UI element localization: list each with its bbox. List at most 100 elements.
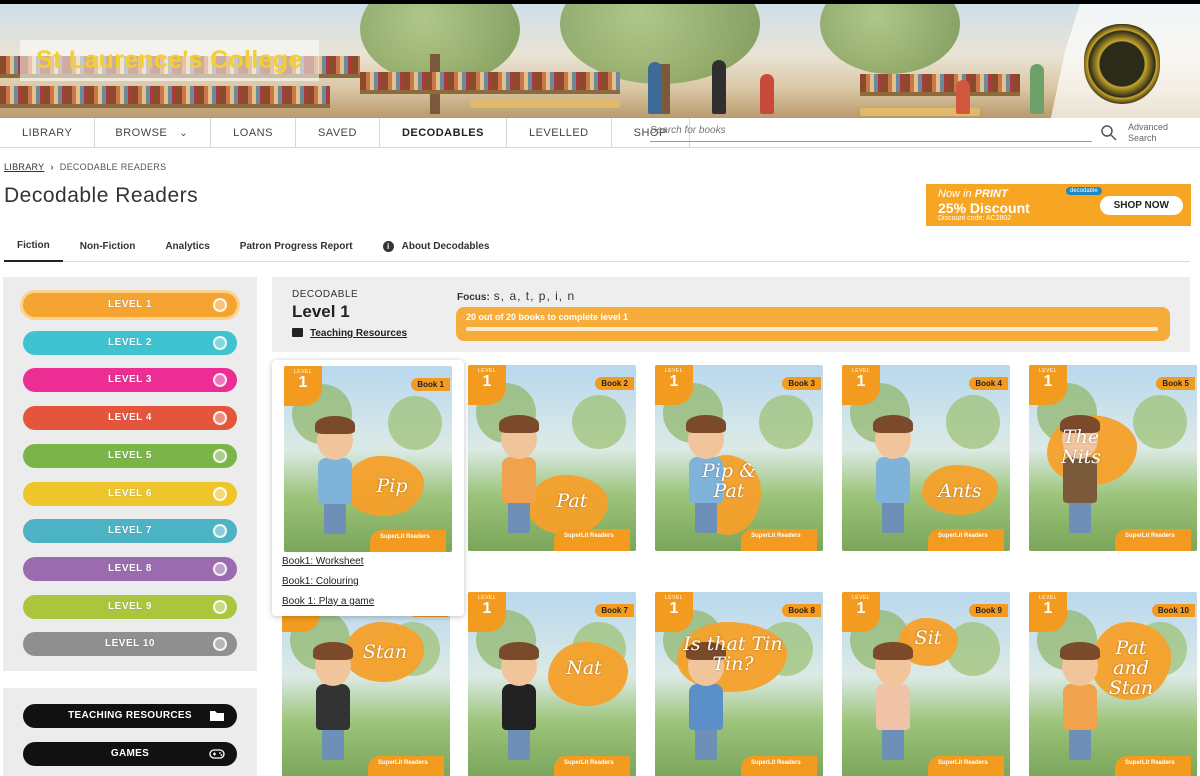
banner-person xyxy=(956,80,970,114)
book-resources-popup: Book1: Worksheet Book1: Colouring Book 1… xyxy=(272,360,464,616)
book-card[interactable]: StanLEVEL1Book 6SuperLit Readers xyxy=(282,592,450,776)
games-button[interactable]: GAMES xyxy=(23,742,237,766)
breadcrumb-separator-icon: › xyxy=(50,162,54,172)
character-legs xyxy=(1069,501,1091,533)
character-hair xyxy=(313,642,353,660)
book-number-badge: Book 8 xyxy=(782,604,821,617)
book-number-badge: Book 9 xyxy=(969,604,1008,617)
search-input[interactable] xyxy=(650,120,1092,141)
search-field xyxy=(650,120,1092,142)
publisher-logo: SuperLit Readers xyxy=(1115,529,1191,551)
nav-label: LEVELLED xyxy=(528,127,589,139)
teaching-resources-button[interactable]: TEACHING RESOURCES xyxy=(23,704,237,728)
worksheet-link[interactable]: Book1: Worksheet xyxy=(282,556,364,567)
cover-tree xyxy=(388,396,442,450)
promo-highlight: PRINT xyxy=(974,188,1008,200)
level-badge: LEVEL1 xyxy=(284,366,322,406)
teaching-resources-link[interactable]: Teaching Resources xyxy=(292,328,407,339)
nav-label: LIBRARY xyxy=(22,127,73,139)
level-button-5[interactable]: LEVEL 5 xyxy=(23,443,237,468)
book-card[interactable]: Pat LEVEL 1 Book 2 SuperLit Readers xyxy=(468,365,636,551)
button-label: GAMES xyxy=(110,748,150,759)
character-body xyxy=(876,457,910,503)
nav-library[interactable]: LIBRARY xyxy=(0,118,96,148)
page-title: Decodable Readers xyxy=(4,184,199,207)
character-legs xyxy=(695,728,717,760)
promo-prefix: Now in xyxy=(938,188,972,200)
tab-analytics[interactable]: Analytics xyxy=(152,230,222,262)
character-hair xyxy=(315,416,355,434)
book-number-badge: Book 5 xyxy=(1156,377,1195,390)
publisher-logo: SuperLit Readers xyxy=(1115,756,1191,776)
promo-banner[interactable]: Now in PRINT 25% Discount Discount code:… xyxy=(926,184,1191,226)
main-nav: LIBRARY BROWSE ⌄ LOANS SAVED DECODABLES L… xyxy=(0,118,1200,148)
level-badge: LEVEL1 xyxy=(1029,365,1067,405)
character-legs xyxy=(322,728,344,760)
nav-saved[interactable]: SAVED xyxy=(296,118,380,148)
book-card[interactable]: Nat LEVEL 1 Book 7 SuperLit Readers xyxy=(468,592,636,776)
level-button-7[interactable]: LEVEL 7 xyxy=(23,519,237,544)
character-legs xyxy=(324,502,346,534)
focus-sounds: Focus: s, a, t, p, i, n xyxy=(457,289,575,303)
level-status-icon xyxy=(213,486,227,501)
level-button-10[interactable]: LEVEL 10 xyxy=(23,632,237,657)
level-button-8[interactable]: LEVEL 8 xyxy=(23,556,237,581)
level-button-1[interactable]: LEVEL 1 xyxy=(23,293,237,317)
level-badge: LEVEL1 xyxy=(655,592,693,632)
level-status-icon xyxy=(213,561,227,576)
level-button-3[interactable]: LEVEL 3 xyxy=(23,368,237,393)
tab-about-decodables[interactable]: i About Decodables xyxy=(370,230,503,262)
promo-line1: Now in PRINT xyxy=(938,188,1008,200)
book-card[interactable]: Pip LEVEL 1 Book 1 SuperLit Readers xyxy=(284,366,452,552)
character-hair xyxy=(1060,642,1100,660)
nav-label: DECODABLES xyxy=(401,127,484,139)
book-title: Nat xyxy=(566,657,602,679)
book-number-badge: Book 10 xyxy=(1151,604,1195,617)
book-card[interactable]: Ants LEVEL 1 Book 4 SuperLit Readers xyxy=(842,365,1010,551)
school-name[interactable]: St Laurence's College xyxy=(20,40,319,81)
character-legs xyxy=(882,501,904,533)
level-label: LEVEL 5 xyxy=(108,449,152,461)
nav-decodables[interactable]: DECODABLES xyxy=(380,118,507,148)
colouring-link[interactable]: Book1: Colouring xyxy=(282,576,359,587)
level-button-9[interactable]: LEVEL 9 xyxy=(23,594,237,619)
nav-levelled[interactable]: LEVELLED xyxy=(507,118,612,148)
tab-patron-progress-report[interactable]: Patron Progress Report xyxy=(227,230,366,262)
book-card[interactable]: The Nits LEVEL 1 Book 5 SuperLit Readers xyxy=(1029,365,1197,551)
publisher-logo: SuperLit Readers xyxy=(928,529,1004,551)
level-button-2[interactable]: LEVEL 2 xyxy=(23,330,237,355)
progress-track xyxy=(466,327,1158,331)
play-game-link[interactable]: Book 1: Play a game xyxy=(282,596,374,607)
tab-fiction[interactable]: Fiction xyxy=(4,230,63,262)
book-card[interactable]: Pip & Pat LEVEL 1 Book 3 SuperLit Readers xyxy=(655,365,823,551)
cover-tree xyxy=(1133,395,1187,449)
book-title: Stan xyxy=(362,641,408,663)
book-number-badge: Book 2 xyxy=(595,377,634,390)
level-button-4[interactable]: LEVEL 4 xyxy=(23,406,237,431)
tab-label: Non-Fiction xyxy=(79,240,136,252)
nav-browse[interactable]: BROWSE ⌄ xyxy=(95,118,212,148)
banner-bookshelf xyxy=(0,86,330,108)
level-label: LEVEL 4 xyxy=(108,412,152,424)
tab-non-fiction[interactable]: Non-Fiction xyxy=(67,230,149,262)
breadcrumb-library-link[interactable]: LIBRARY xyxy=(4,162,44,172)
publisher-logo: SuperLit Readers xyxy=(368,756,444,776)
level-badge-number: 1 xyxy=(1043,600,1053,617)
book-card[interactable]: Sit LEVEL 1 Book 9 SuperLit Readers xyxy=(842,592,1010,776)
level-status-icon xyxy=(213,411,227,426)
level-kicker: DECODABLE xyxy=(292,289,359,300)
search-icon[interactable] xyxy=(1100,124,1118,142)
publisher-logo: SuperLit Readers xyxy=(370,530,446,552)
level-button-6[interactable]: LEVEL 6 xyxy=(23,481,237,506)
focus-label: Focus: xyxy=(457,292,490,303)
promo-code: Discount code: AC2802 xyxy=(938,215,1012,222)
shop-now-button[interactable]: SHOP NOW xyxy=(1099,196,1183,215)
character-hair xyxy=(499,642,539,660)
book-card[interactable]: Pat and Stan LEVEL 1 Book 10 SuperLit Reader… xyxy=(1029,592,1197,776)
advanced-search-link[interactable]: Advanced Search xyxy=(1128,122,1188,144)
chevron-down-icon: ⌄ xyxy=(179,127,189,139)
nav-loans[interactable]: LOANS xyxy=(211,118,296,148)
character-hair xyxy=(686,415,726,433)
book-card[interactable]: Is that Tin Tin? LEVEL 1 Book 8 SuperLit Rea… xyxy=(655,592,823,776)
tab-label: Patron Progress Report xyxy=(239,240,353,252)
